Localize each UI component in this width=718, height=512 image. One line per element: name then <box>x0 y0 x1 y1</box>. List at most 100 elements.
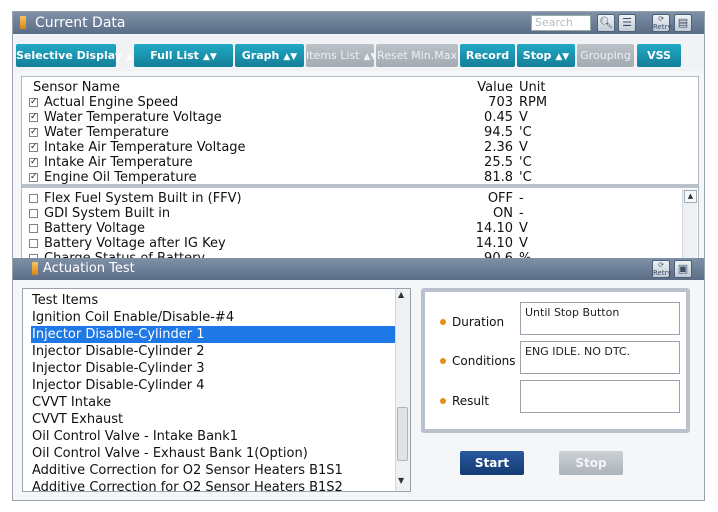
row-checkbox[interactable]: ✓ <box>29 173 38 182</box>
table-row[interactable]: Flex Fuel System Built in (FFV) OFF - <box>22 191 698 206</box>
test-list-scrollbar[interactable]: ▲ ▼ <box>395 289 410 491</box>
sensor-value: 25.5 <box>484 155 513 170</box>
window-icon[interactable]: ▣ <box>674 260 692 278</box>
selective-display-button[interactable]: Selective Display ▲▼ <box>16 44 140 67</box>
list-item[interactable]: Oil Control Valve - Exhaust Bank 1(Optio… <box>32 445 392 462</box>
row-checkbox[interactable]: ✓ <box>29 158 38 167</box>
row-checkbox[interactable]: ✓ <box>29 128 38 137</box>
row-checkbox[interactable]: ✓ <box>29 113 38 122</box>
sensor-value: 2.36 <box>484 140 513 155</box>
sensor-table-header: Sensor Name Value Unit <box>22 80 698 95</box>
stop-record-button[interactable]: Stop ▲▼ <box>517 44 575 67</box>
list-item[interactable]: Additive Correction for O2 Sensor Heater… <box>32 479 392 491</box>
list-item[interactable]: Injector Disable-Cylinder 2 <box>32 343 392 360</box>
grouping-button[interactable]: Grouping <box>577 44 634 67</box>
graph-label: Graph <box>241 49 280 62</box>
duration-field: Until Stop Button <box>520 302 680 335</box>
table-row[interactable]: ✓ Water Temperature Voltage 0.45 V <box>22 110 698 125</box>
table-row[interactable]: ✓ Actual Engine Speed 703 RPM <box>22 95 698 110</box>
table-splitter[interactable] <box>22 184 698 188</box>
row-checkbox[interactable]: ✓ <box>29 98 38 107</box>
list-item-selected[interactable]: Injector Disable-Cylinder 1 <box>31 326 395 343</box>
row-checkbox[interactable] <box>29 239 38 248</box>
scroll-down-icon[interactable]: ▼ <box>398 476 404 485</box>
list-item[interactable]: CVVT Intake <box>32 394 392 411</box>
sensor-unit: - <box>519 206 524 221</box>
sensor-value: 14.10 <box>475 221 513 236</box>
duration-label-text: Duration <box>452 315 505 329</box>
main-window: Current Data Search 🔍︎ ☰ ⟳ Retry ▤ Select… <box>12 11 705 501</box>
retry-label: Retry <box>653 269 672 277</box>
bullet-icon <box>440 397 446 404</box>
record-button[interactable]: Record <box>460 44 515 67</box>
test-items-header: Test Items <box>32 293 99 308</box>
sensor-name: Water Temperature <box>44 125 169 140</box>
full-list-button[interactable]: Full List ▲▼ <box>134 44 233 67</box>
row-checkbox[interactable]: ✓ <box>29 143 38 152</box>
magnifier-icon[interactable]: 🔍︎ <box>597 14 615 32</box>
window-icon[interactable]: ▤ <box>674 14 692 32</box>
items-list-button[interactable]: Items List ▲▼ <box>306 44 377 67</box>
scroll-thumb[interactable] <box>397 407 408 461</box>
row-checkbox[interactable] <box>29 194 38 203</box>
scroll-up-icon[interactable]: ▲ <box>398 290 404 299</box>
sensor-value: 81.8 <box>484 170 513 185</box>
bullet-icon <box>440 318 446 325</box>
table-row[interactable]: ✓ Intake Air Temperature 25.5 'C <box>22 155 698 170</box>
table-row[interactable]: Battery Voltage after IG Key 14.10 V <box>22 236 698 251</box>
sensor-name-header: Sensor Name <box>33 80 121 95</box>
sensor-name: Actual Engine Speed <box>44 95 179 110</box>
scroll-up-icon[interactable]: ▲ <box>684 190 697 203</box>
list-item[interactable]: Injector Disable-Cylinder 4 <box>32 377 392 394</box>
list-item[interactable]: Oil Control Valve - Intake Bank1 <box>32 428 392 445</box>
list-item[interactable]: Injector Disable-Cylinder 3 <box>32 360 392 377</box>
start-button[interactable]: Start <box>460 451 524 475</box>
sensor-name: Intake Air Temperature <box>44 155 193 170</box>
conditions-label: Conditions <box>440 353 516 369</box>
vss-button[interactable]: VSS <box>637 44 681 67</box>
list-item[interactable]: CVVT Exhaust <box>32 411 392 428</box>
sensor-name: Engine Oil Temperature <box>44 170 197 185</box>
sensor-table: Sensor Name Value Unit ✓ Actual Engine S… <box>21 76 699 274</box>
sensor-name: GDI System Built in <box>44 206 171 221</box>
sensor-unit: V <box>519 110 528 125</box>
row-checkbox[interactable] <box>29 209 38 218</box>
spinner-icon: ▲▼ <box>202 52 217 62</box>
sensor-unit: 'C <box>519 155 532 170</box>
result-label-text: Result <box>452 394 490 408</box>
selective-display-label: Selective Display <box>16 49 122 62</box>
actuation-title: Actuation Test <box>43 261 135 276</box>
row-checkbox[interactable] <box>29 224 38 233</box>
table-row[interactable]: ✓ Engine Oil Temperature 81.8 'C <box>22 170 698 185</box>
duration-label: Duration <box>440 314 504 330</box>
retry-icon[interactable]: ⟳ Retry <box>652 260 672 278</box>
current-data-title-bar: Current Data Search 🔍︎ ☰ ⟳ Retry ▤ <box>13 12 704 34</box>
stop-button[interactable]: Stop <box>559 451 623 475</box>
reset-minmax-button[interactable]: Reset Min.Max <box>376 44 458 67</box>
full-list-label: Full List <box>150 49 199 62</box>
search-input[interactable]: Search <box>531 15 591 31</box>
graph-button[interactable]: Graph ▲▼ <box>235 44 304 67</box>
test-details-panel: Duration Until Stop Button Conditions EN… <box>421 288 690 433</box>
list-item[interactable]: Additive Correction for O2 Sensor Heater… <box>32 462 392 479</box>
retry-label: Retry <box>653 23 672 31</box>
spinner-icon: ▲▼ <box>283 52 298 62</box>
value-header: Value <box>477 80 513 95</box>
sensor-value: 0.45 <box>484 110 513 125</box>
table-row[interactable]: GDI System Built in ON - <box>22 206 698 221</box>
table-row[interactable]: Battery Voltage 14.10 V <box>22 221 698 236</box>
items-list-label: Items List <box>306 49 360 62</box>
panel-marker-icon <box>20 16 26 29</box>
conditions-label-text: Conditions <box>452 354 516 368</box>
retry-icon[interactable]: ⟳ Retry <box>652 14 672 32</box>
table-row[interactable]: ✓ Intake Air Temperature Voltage 2.36 V <box>22 140 698 155</box>
table-row[interactable]: ✓ Water Temperature 94.5 'C <box>22 125 698 140</box>
sensor-name: Intake Air Temperature Voltage <box>44 140 246 155</box>
list-item[interactable]: Ignition Coil Enable/Disable-#4 <box>32 309 392 326</box>
sensor-value: 14.10 <box>475 236 513 251</box>
sensor-unit: V <box>519 236 528 251</box>
sensor-unit: - <box>519 191 524 206</box>
current-data-title: Current Data <box>35 15 126 31</box>
stop-label: Stop <box>522 49 552 62</box>
list-icon[interactable]: ☰ <box>618 14 636 32</box>
